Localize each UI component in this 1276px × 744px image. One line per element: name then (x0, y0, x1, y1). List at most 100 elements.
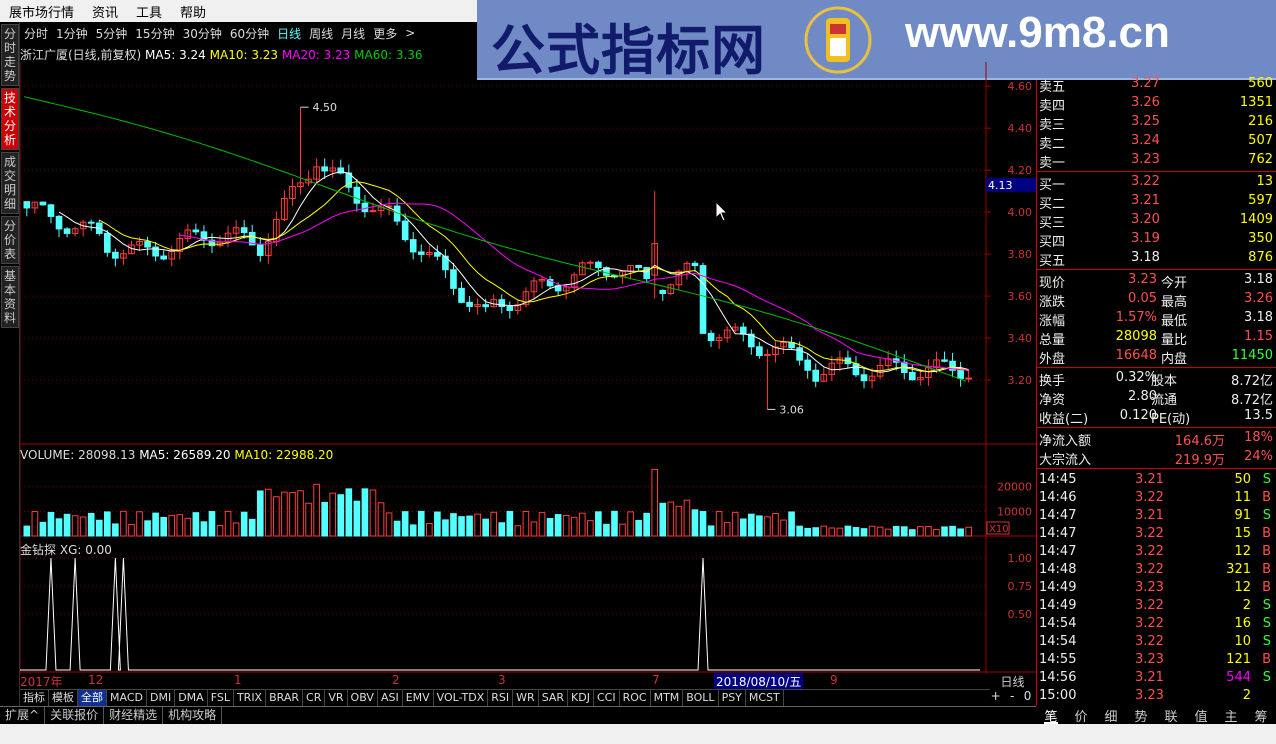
period-tab[interactable]: 5分钟 (92, 25, 132, 42)
indicator-tab[interactable]: BOLL (683, 690, 719, 707)
indicator-tab[interactable]: KDJ (568, 690, 594, 707)
stat-value: 28098 (1115, 329, 1157, 344)
quote-tab[interactable]: 势 (1134, 706, 1147, 725)
indicator-tab[interactable]: FSL (208, 690, 234, 707)
zoom-reset-button[interactable]: 0 (1024, 689, 1032, 706)
candle (804, 359, 811, 371)
indicator-tab[interactable]: SAR (539, 690, 569, 707)
quote-row: 14:47 3.22 15 B (1037, 525, 1276, 544)
indicator-tab[interactable]: BRAR (266, 690, 304, 707)
indicator-tab[interactable]: 指标 (20, 690, 49, 707)
menu-market[interactable]: 展市场行情 (0, 2, 83, 21)
menu-tools[interactable]: 工具 (127, 2, 171, 21)
side-tab[interactable]: 分价表 (1, 216, 19, 264)
tick-volume: 321 (1226, 562, 1251, 577)
indicator-tab[interactable]: CR (303, 690, 326, 707)
tick-price: 3.22 (1135, 490, 1164, 505)
quote-row: 14:54 3.22 16 S (1037, 615, 1276, 634)
indicator-tab[interactable]: WR (513, 690, 539, 707)
bottom-tab[interactable]: 扩展^ (0, 707, 46, 724)
quote-tab[interactable]: 主 (1224, 706, 1237, 725)
price-label: 4.00 (1008, 206, 1033, 219)
candle (466, 301, 473, 307)
side-tab[interactable]: 成交明细 (1, 152, 19, 214)
period-tab[interactable]: 周线 (305, 25, 337, 42)
period-tab[interactable]: 分时 (20, 25, 52, 42)
indicator-tab[interactable]: ASI (378, 690, 403, 707)
indicator-tab[interactable]: VOL-TDX (434, 690, 489, 707)
period-tab[interactable]: > (401, 26, 419, 40)
period-tab[interactable]: 30分钟 (179, 25, 226, 42)
indicator-tab[interactable]: ROC (620, 690, 651, 707)
period-tab[interactable]: 15分钟 (131, 25, 178, 42)
quote-tab[interactable]: 笔 (1044, 706, 1058, 725)
indicator-tab[interactable]: MACD (107, 690, 147, 707)
indicator-tab[interactable]: CCI (594, 690, 620, 707)
date-label: 2 (392, 673, 400, 687)
ask-label: 卖三 (1039, 118, 1066, 133)
zoom-controls: + - 0 (986, 689, 1036, 706)
flow-label: 净流入额 (1039, 434, 1092, 449)
tick-volume: 10 (1234, 634, 1251, 649)
indicator-tab[interactable]: EMV (403, 690, 434, 707)
stat-label: 内盘 (1161, 352, 1188, 367)
period-tab[interactable]: 更多 (369, 25, 401, 42)
indicator-tab[interactable]: PSY (719, 690, 746, 707)
volume-bar (474, 513, 481, 537)
date-label: 12 (88, 673, 104, 687)
volume-bar (852, 527, 860, 537)
tick-volume: 2 (1242, 598, 1251, 613)
bottom-tab[interactable]: 关联报价 (45, 707, 105, 724)
kline-chart[interactable]: 4.60 4.40 4.20 4.00 3.80 3.60 3.40 3.20 4.13 4.50… (20, 62, 1036, 678)
volume-bar (707, 525, 715, 537)
indicator-tab[interactable]: VR (325, 690, 348, 707)
quote-tab[interactable]: 联 (1164, 706, 1177, 725)
indicator-tabs: 指标 模板 全部 MACD DMI DMA FSL TRIX BRAR CR VR OBV ASI EMV… (20, 689, 990, 707)
zoom-out-button[interactable]: - (1010, 689, 1014, 706)
indicator-tab[interactable]: DMI (147, 690, 176, 707)
quote-tab[interactable]: 细 (1104, 706, 1117, 725)
volume-bar (514, 525, 522, 537)
tick-side: B (1262, 490, 1271, 505)
zoom-in-button[interactable]: + (991, 689, 1001, 706)
indicator-tab[interactable]: DMA (175, 690, 208, 707)
tick-side: B (1262, 562, 1271, 577)
side-tab[interactable]: 基本资料 (1, 266, 19, 328)
price-label: 3.40 (1008, 332, 1033, 345)
bottom-tab[interactable]: 机构攻略 (163, 707, 223, 724)
volume-bar (353, 500, 361, 537)
quote-tab[interactable]: 价 (1074, 706, 1087, 725)
volume-bar (426, 523, 433, 537)
quote-tab[interactable]: 值 (1194, 706, 1207, 725)
bottom-tab[interactable]: 财经精选 (104, 707, 164, 724)
indicator-tab[interactable]: 全部 (78, 690, 107, 707)
quote-tab[interactable]: 筹 (1254, 706, 1267, 725)
period-tab[interactable]: 日线 (273, 25, 305, 42)
volume-bar (47, 511, 55, 537)
volume-bar (892, 525, 900, 537)
bid-volume: 13 (1256, 174, 1273, 189)
flow-pct: 24% (1244, 449, 1273, 464)
period-tab[interactable]: 1分钟 (52, 25, 92, 42)
indicator-tab[interactable]: RSI (488, 690, 514, 707)
period-tab[interactable]: 60分钟 (226, 25, 273, 42)
indicator-tab[interactable]: 模板 (49, 690, 78, 707)
volume-bar (95, 519, 103, 537)
indicator-tab[interactable]: OBV (348, 690, 378, 707)
period-tab[interactable]: 月线 (337, 25, 369, 42)
indicator-tab[interactable]: MTM (651, 690, 684, 707)
divider (1037, 269, 1276, 270)
menu-help[interactable]: 帮助 (171, 2, 215, 21)
volume-bar (836, 527, 844, 537)
indicator-tab[interactable]: MCST (746, 690, 784, 707)
tick-side: B (1262, 544, 1271, 559)
side-tab[interactable]: 分时走势 (1, 24, 19, 86)
side-tab[interactable]: 技术分析 (1, 88, 19, 150)
volume-bar (442, 519, 449, 537)
status-bar (0, 724, 1276, 744)
volume-bar (538, 512, 546, 537)
indicator-tab[interactable]: TRIX (234, 690, 267, 707)
menu-news[interactable]: 资讯 (83, 2, 127, 21)
quote-row: 买五 3.18 876 (1037, 249, 1276, 269)
ma10-line (99, 181, 969, 373)
